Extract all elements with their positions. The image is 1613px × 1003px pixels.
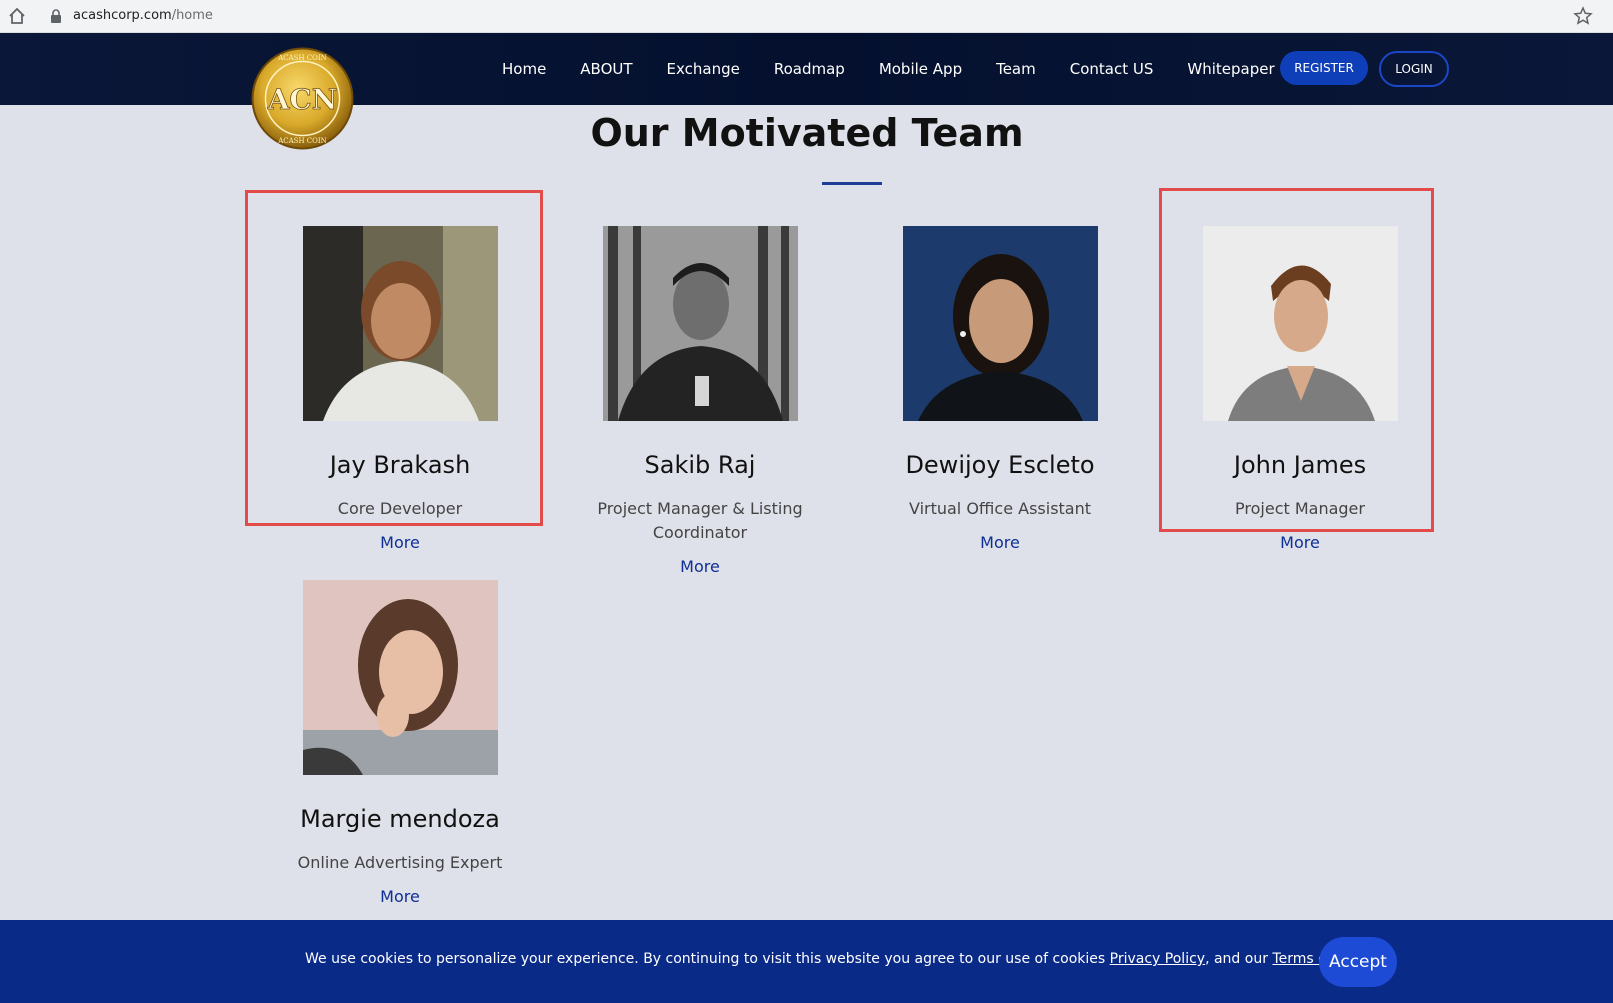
home-icon[interactable] [6,5,28,27]
lock-icon [51,9,61,23]
register-button[interactable]: REGISTER [1280,51,1368,85]
url-domain: acashcorp.com [73,8,172,23]
cookie-text-middle: , and our [1205,951,1273,967]
team-member-card: Sakib Raj Project Manager & Listing Coor… [550,226,850,576]
team-member-card: Margie mendoza Online Advertising Expert… [250,580,550,906]
nav-contact-us[interactable]: Contact US [1053,60,1171,78]
nav-roadmap[interactable]: Roadmap [757,60,862,78]
acash-coin-logo[interactable]: ACN ACASH COIN ACASH COIN [251,47,354,150]
nav-whitepaper[interactable]: Whitepaper [1170,60,1291,78]
team-member-card: Dewijoy Escleto Virtual Office Assistant… [850,226,1150,552]
member-more-link[interactable]: More [250,887,550,906]
cookie-message: We use cookies to personalize your exper… [305,951,1392,967]
accept-cookies-button[interactable]: Accept [1319,937,1397,987]
url-path: /home [171,8,213,23]
bookmark-star-icon[interactable] [1572,5,1594,27]
url-field[interactable]: acashcorp.com/home [73,8,213,23]
member-name: Margie mendoza [300,805,500,833]
logo-center-text: ACN [267,83,338,116]
login-button[interactable]: LOGIN [1379,51,1449,87]
title-divider [822,182,882,185]
section-title: Our Motivated Team [590,111,1024,155]
nav-about[interactable]: ABOUT [563,60,649,78]
logo-top-text: ACASH COIN [277,54,327,62]
member-more-link[interactable]: More [550,557,850,576]
logo-bottom-text: ACASH COIN [277,137,327,145]
member-photo [902,226,1098,421]
member-role: Online Advertising Expert [297,853,503,872]
member-name: Sakib Raj [644,451,756,479]
nav-exchange[interactable]: Exchange [650,60,757,78]
nav-menu: Home ABOUT Exchange Roadmap Mobile App T… [502,33,1292,105]
highlight-box-jay-brakash [245,190,543,526]
cookie-text-before: We use cookies to personalize your exper… [305,951,1110,967]
member-more-link[interactable]: More [250,533,550,552]
member-photo [602,226,798,421]
highlight-box-john-james [1159,188,1434,532]
nav-mobile-app[interactable]: Mobile App [862,60,979,78]
member-more-link[interactable]: More [1150,533,1450,552]
member-more-link[interactable]: More [850,533,1150,552]
browser-address-bar: acashcorp.com/home [0,0,1613,33]
member-name: Dewijoy Escleto [905,451,1095,479]
nav-home[interactable]: Home [502,60,563,78]
nav-team[interactable]: Team [979,60,1053,78]
member-photo [302,580,498,775]
member-role: Virtual Office Assistant [908,499,1092,518]
member-role: Project Manager & Listing Coordinator [597,499,803,542]
cookie-consent-bar: We use cookies to personalize your exper… [0,920,1613,1003]
privacy-policy-link[interactable]: Privacy Policy [1110,951,1205,967]
